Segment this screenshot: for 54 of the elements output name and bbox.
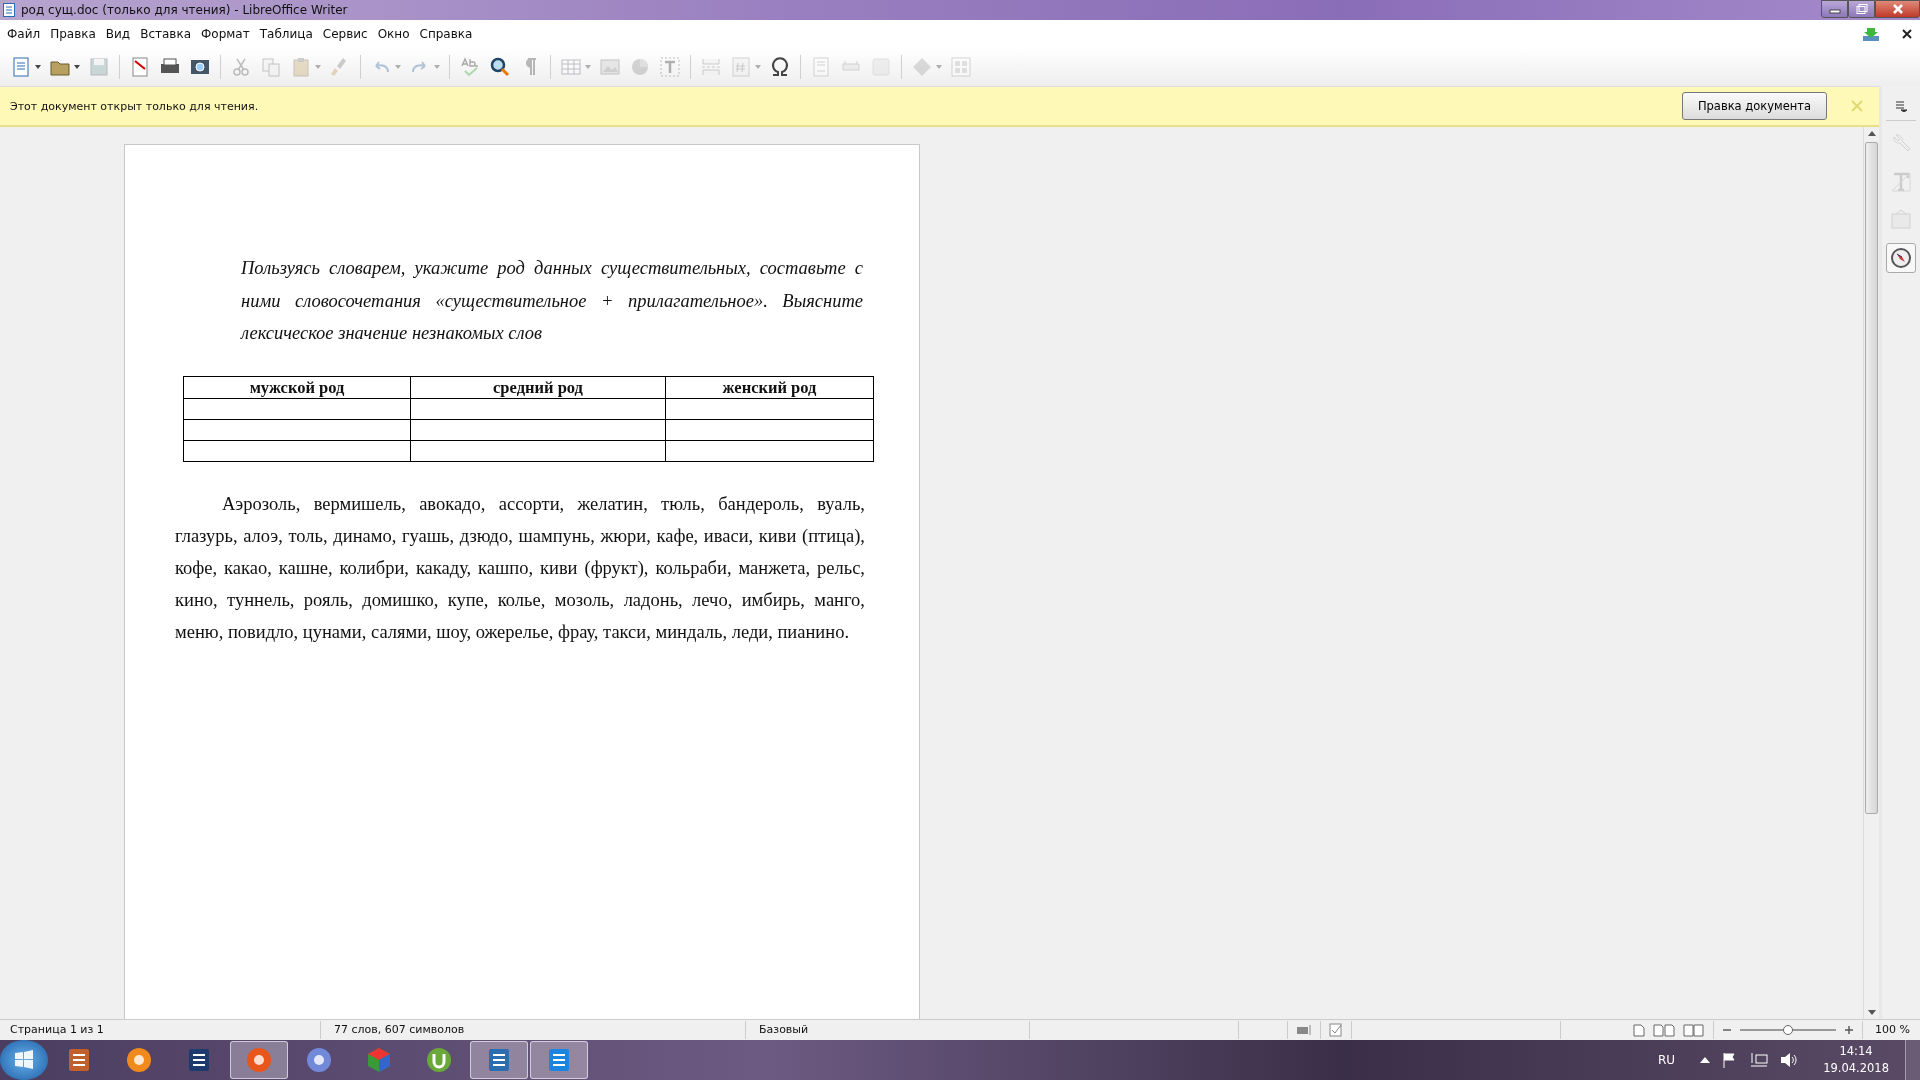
- menu-item[interactable]: Формат: [198, 27, 257, 41]
- sidebar-menu-icon[interactable]: [1895, 100, 1907, 112]
- zoom-in-icon[interactable]: [1844, 1025, 1855, 1035]
- word-count: 77 слов, 607 символов: [329, 1021, 746, 1039]
- read-only-message: Этот документ открыт только для чтения.: [10, 99, 259, 113]
- zoom-percentage[interactable]: 100 %: [1871, 1021, 1920, 1039]
- menu-item[interactable]: Правка: [47, 27, 103, 41]
- network-icon[interactable]: [1750, 1052, 1769, 1068]
- menu-item[interactable]: Окно: [374, 27, 417, 41]
- zoom-slider-thumb[interactable]: [1783, 1025, 1794, 1035]
- restore-button[interactable]: [1848, 0, 1875, 18]
- scroll-up-icon[interactable]: [1867, 130, 1876, 136]
- clock-date[interactable]: 19.04.2018: [1823, 1060, 1889, 1077]
- close-icon: [1891, 4, 1904, 14]
- menu-item[interactable]: Таблица: [256, 27, 320, 41]
- table-header-cell: мужской род: [183, 376, 411, 398]
- start-button[interactable]: [0, 1040, 48, 1080]
- language-indicator[interactable]: RU: [1658, 1053, 1676, 1067]
- document-icon: [3, 3, 15, 17]
- update-icon[interactable]: [1862, 26, 1880, 42]
- single-page-view-icon[interactable]: [1633, 1023, 1646, 1037]
- scroll-down-icon[interactable]: [1867, 1010, 1876, 1016]
- writer-icon[interactable]: [470, 1041, 528, 1079]
- menu-item[interactable]: Файл: [4, 27, 48, 41]
- volume-icon[interactable]: [1780, 1052, 1799, 1068]
- start-logo-icon: [12, 1048, 36, 1072]
- edit-document-button[interactable]: Правка документа: [1682, 92, 1827, 120]
- scrollbar-thumb[interactable]: [1865, 142, 1878, 814]
- page-count: Страница 1 из 1: [0, 1021, 321, 1039]
- minimize-button[interactable]: [1821, 0, 1848, 18]
- show-desktop-button[interactable]: [1905, 1040, 1920, 1080]
- vertical-scrollbar[interactable]: [1863, 127, 1879, 1019]
- multi-page-view-icon[interactable]: [1653, 1023, 1676, 1037]
- restore-icon: [1855, 4, 1868, 14]
- zoom-slider[interactable]: [1740, 1024, 1837, 1036]
- browser-icon[interactable]: [530, 1041, 588, 1079]
- menu-item[interactable]: Вставка: [137, 27, 198, 41]
- instruction-paragraph: Пользуясь словарем, укажите род данных существительных, составьте с ними словосочетания «существительное + прилагательное». Выясните лексическое значение незнакомых слов: [241, 257, 863, 345]
- close-document-icon[interactable]: [1902, 29, 1912, 39]
- window-title: род сущ.doc (только для чтения) - LibreOffice Writer: [21, 3, 348, 17]
- tray-expand-icon[interactable]: [1700, 1056, 1711, 1064]
- menu-item[interactable]: Сервис: [319, 27, 375, 41]
- close-button[interactable]: [1875, 0, 1920, 18]
- page-style: Базовый: [754, 1021, 1030, 1039]
- word-list-paragraph: Аэрозоль, вермишель, авокадо, ассорти, желатин, тюль, бандероль, вуаль, глазурь, алоэ, толь, динамо, гуашь, дзюдо, шампунь, жюри, кафе, иваси, киви (птица), кофе, какао, кашне, колибри, какаду, кашпо, киви (фрукт), кольраби, манжета, рельс, кино, туннель, рояль, домишко, купе, колье, мозоль, ладонь, лечо, имбирь, манго, меню, повидло, цунами, салями, шоу, ожерелье, фрау, такси, миндаль, леди, пианино.: [175, 492, 865, 644]
- book-view-icon[interactable]: [1683, 1023, 1706, 1037]
- table-header-cell: средний род: [410, 376, 666, 398]
- menu-item[interactable]: Вид: [102, 27, 138, 41]
- compass-icon[interactable]: [1886, 243, 1916, 273]
- table-header-cell: женский род: [665, 376, 874, 398]
- selection-mode-icon[interactable]: [1296, 1024, 1312, 1036]
- clock-time[interactable]: 14:14: [1839, 1043, 1873, 1060]
- document-modified-icon[interactable]: [1329, 1023, 1343, 1037]
- menu-item[interactable]: Справка: [416, 27, 480, 41]
